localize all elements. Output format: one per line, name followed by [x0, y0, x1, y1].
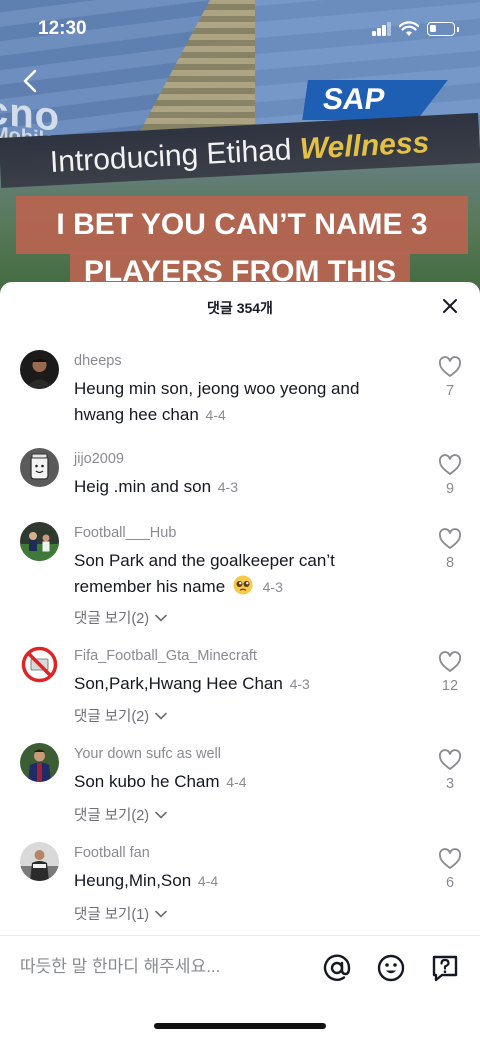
comments-count-title: 댓글 354개 [207, 300, 273, 316]
cellular-signal-icon [372, 22, 392, 36]
comment-username[interactable]: jijo2009 [74, 451, 124, 467]
heart-icon [438, 848, 462, 869]
comment-text: Son,Park,Hwang Hee Chan 4-3 [74, 671, 414, 697]
back-button[interactable] [18, 66, 44, 96]
chevron-down-icon [155, 614, 167, 622]
comment-username[interactable]: Football fan [74, 845, 150, 861]
comment-date: 4-3 [217, 479, 238, 495]
comment-text: Son Park and the goalkeeper can’t rememb… [74, 548, 414, 600]
comment-text: Son kubo he Cham 4-4 [74, 769, 414, 795]
mention-icon[interactable] [322, 953, 352, 983]
comment-body: Son kubo he Cham [74, 772, 220, 791]
heart-icon [438, 651, 462, 672]
comment-date: 4-4 [205, 407, 226, 423]
comment-username[interactable]: Football___Hub [74, 525, 176, 541]
comment-body: Heig .min and son [74, 477, 212, 496]
comment-text: Heung min son, jeong woo yeong and hwang… [74, 376, 414, 428]
comment-username[interactable]: Fifa_Football_Gta_Minecraft [74, 648, 257, 664]
status-bar: 12:30 [0, 0, 480, 60]
comment-username[interactable]: Your down sufc as well [74, 746, 221, 762]
comments-header: 댓글 354개 [0, 282, 480, 330]
heart-icon [438, 749, 462, 770]
comment-text: Heig .min and son 4-3 [74, 474, 414, 500]
heart-icon [438, 454, 462, 475]
comment-date: 4-3 [289, 676, 310, 692]
avatar[interactable] [20, 645, 59, 684]
avatar[interactable] [20, 522, 59, 561]
like-count: 7 [445, 383, 455, 399]
like-count: 3 [445, 776, 455, 792]
view-replies-label: 댓글 보기(2) [74, 709, 150, 725]
comment-body: Heung,Min,Son [74, 871, 192, 890]
like-button[interactable]: 3 [436, 749, 464, 792]
like-button[interactable]: 7 [436, 356, 464, 399]
like-button[interactable]: 6 [436, 848, 464, 891]
like-count: 6 [445, 875, 455, 891]
comment-username[interactable]: dheeps [74, 353, 122, 369]
heart-icon [438, 356, 462, 377]
chevron-down-icon [155, 712, 167, 720]
view-replies-button[interactable]: 댓글 보기(2) [74, 705, 167, 726]
heart-icon [438, 528, 462, 549]
chevron-down-icon [155, 910, 167, 918]
pleading-face-emoji-icon [233, 575, 253, 595]
view-replies-button[interactable]: 댓글 보기(1) [74, 903, 167, 924]
comments-sheet: 댓글 354개 dheeps Heung min son, jeong woo … [0, 282, 480, 1039]
status-time: 12:30 [38, 18, 87, 39]
avatar[interactable] [20, 842, 59, 881]
question-icon[interactable] [430, 953, 460, 983]
like-button[interactable]: 12 [436, 651, 464, 694]
comment-input-bar [0, 935, 480, 1039]
chevron-down-icon [155, 811, 167, 819]
video-caption-line-1: I BET YOU CAN’T NAME 3 [16, 196, 468, 254]
like-count: 9 [445, 481, 455, 497]
avatar[interactable] [20, 743, 59, 782]
wifi-icon [399, 21, 419, 36]
avatar[interactable] [20, 350, 59, 389]
battery-level [430, 25, 436, 32]
comment-body: Son,Park,Hwang Hee Chan [74, 674, 283, 693]
comment-date: 4-4 [226, 774, 247, 790]
sponsor-text-accent: Wellness [298, 126, 431, 166]
view-replies-label: 댓글 보기(2) [74, 808, 150, 824]
comment-date: 4-3 [262, 579, 283, 595]
comment-date: 4-4 [197, 873, 219, 889]
like-count: 12 [441, 678, 459, 694]
like-button[interactable]: 8 [436, 528, 464, 571]
comment-input[interactable] [20, 954, 290, 980]
comment-text: Heung,Min,Son 4-4 [74, 868, 414, 894]
like-count: 8 [445, 555, 455, 571]
comment-body: Son Park and the goalkeeper can’t rememb… [74, 551, 335, 596]
view-replies-button[interactable]: 댓글 보기(2) [74, 804, 167, 825]
emoji-icon[interactable] [376, 953, 406, 983]
avatar[interactable] [20, 448, 59, 487]
like-button[interactable]: 9 [436, 454, 464, 497]
view-replies-button[interactable]: 댓글 보기(2) [74, 607, 167, 628]
battery-icon [427, 22, 455, 36]
home-indicator [154, 1023, 326, 1029]
view-replies-label: 댓글 보기(2) [74, 611, 150, 627]
view-replies-label: 댓글 보기(1) [74, 907, 150, 923]
close-button[interactable] [441, 297, 459, 315]
battery-cap [457, 27, 459, 32]
